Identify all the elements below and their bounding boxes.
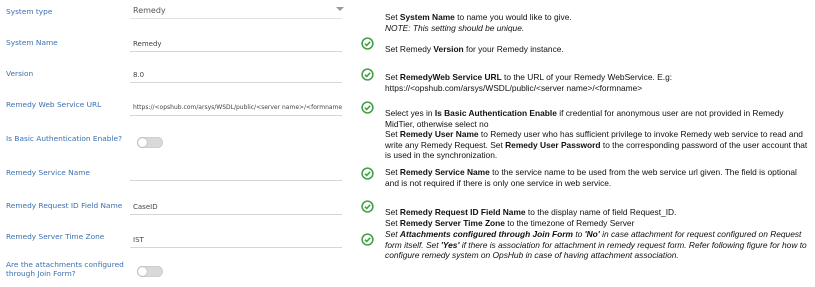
system-config-form: System type Remedy System Name Remedy Ve… — [0, 0, 375, 287]
help-system-name: Set System Name to name you would like t… — [385, 12, 572, 33]
request-id-field-label: Remedy Request ID Field Name — [6, 201, 123, 210]
help-service-name: Set Remedy Service Name to the service n… — [385, 167, 797, 188]
check-circle-icon — [361, 101, 374, 114]
attachments-join-form-label: Are the attachments configured through J… — [6, 260, 124, 278]
check-circle-icon — [361, 233, 374, 246]
version-input[interactable]: 8.0 — [130, 67, 342, 83]
system-name-label: System Name — [6, 38, 58, 47]
request-id-field-input[interactable]: CaseID — [130, 199, 342, 215]
help-panel: Set System Name to name you would like t… — [385, 0, 813, 287]
help-basic-auth: Select yes in Is Basic Authentication En… — [385, 108, 784, 129]
system-name-input[interactable]: Remedy — [130, 36, 342, 52]
help-user-credentials: Set Remedy User Name to Remedy user who … — [385, 129, 808, 160]
system-type-select[interactable]: Remedy — [130, 3, 342, 19]
check-circle-icon — [361, 200, 374, 213]
system-type-label: System type — [6, 7, 53, 16]
basic-auth-toggle[interactable] — [137, 137, 163, 148]
help-web-service-url: Set RemedyWeb Service URL to the URL of … — [385, 72, 673, 93]
check-circle-icon — [361, 167, 374, 180]
toggle-knob — [138, 267, 147, 276]
help-attachments-join-form: Set Attachments configured through Join … — [385, 229, 807, 260]
web-service-url-label: Remedy Web Service URL — [6, 100, 102, 109]
chevron-down-icon[interactable] — [336, 7, 344, 11]
check-circle-icon — [361, 68, 374, 81]
server-time-zone-input[interactable]: IST — [130, 232, 342, 248]
check-circle-icon — [361, 37, 374, 50]
help-request-id-field: Set Remedy Request ID Field Name to the … — [385, 207, 677, 217]
web-service-url-input[interactable]: https://<opshub.com/arsys/WSDL/public/<s… — [130, 100, 342, 116]
server-time-zone-label: Remedy Server Time Zone — [6, 232, 105, 241]
help-server-time-zone: Set Remedy Server Time Zone to the timez… — [385, 218, 635, 228]
attachments-join-form-toggle[interactable] — [137, 266, 163, 277]
help-version: Set Remedy Version for your Remedy insta… — [385, 44, 564, 54]
service-name-label: Remedy Service Name — [6, 168, 90, 177]
service-name-input[interactable] — [130, 165, 342, 181]
toggle-knob — [138, 138, 147, 147]
version-label: Version — [6, 69, 34, 78]
basic-auth-label: Is Basic Authentication Enable? — [6, 134, 122, 143]
